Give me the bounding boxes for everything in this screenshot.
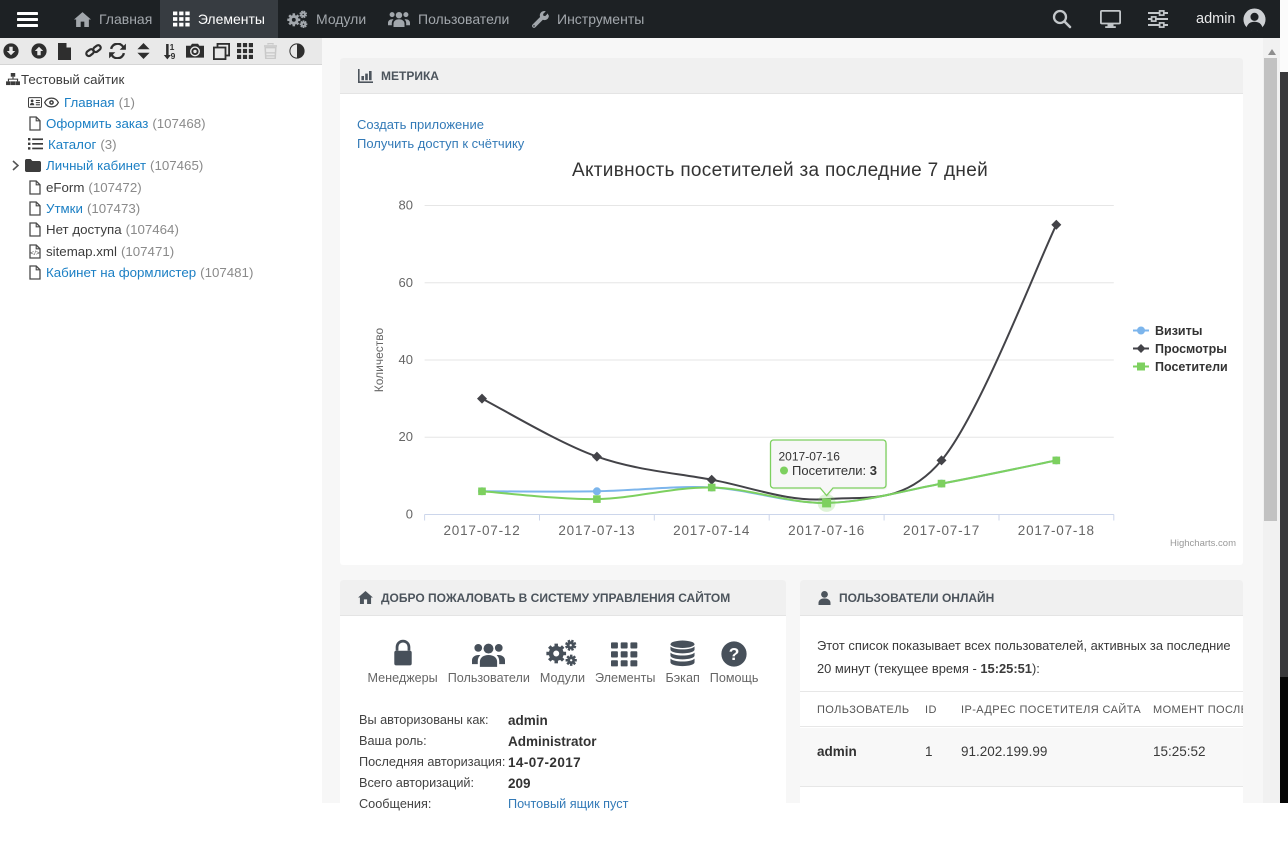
- svg-text:Визиты: Визиты: [1155, 324, 1202, 338]
- svg-text:?: ?: [729, 644, 740, 664]
- svg-text:</>: </>: [30, 250, 40, 257]
- svg-text:20: 20: [399, 429, 413, 444]
- svg-text:60: 60: [399, 275, 413, 290]
- svg-text:Активность посетителей за посл: Активность посетителей за последние 7 дн…: [572, 160, 988, 181]
- svg-text:80: 80: [399, 198, 413, 213]
- svg-text:Посетители: 3: Посетители: 3: [792, 463, 877, 478]
- svg-text:Просмотры: Просмотры: [1155, 342, 1227, 356]
- svg-text:2017-07-13: 2017-07-13: [558, 523, 635, 538]
- svg-text:2017-07-18: 2017-07-18: [1018, 523, 1095, 538]
- svg-text:Highcharts.com: Highcharts.com: [1170, 538, 1236, 549]
- svg-text:9: 9: [171, 51, 176, 60]
- svg-text:2017-07-12: 2017-07-12: [443, 523, 520, 538]
- svg-text:2017-07-14: 2017-07-14: [673, 523, 750, 538]
- svg-text:Количество: Количество: [372, 327, 386, 392]
- svg-text:2017-07-16: 2017-07-16: [788, 523, 865, 538]
- svg-text:0: 0: [406, 507, 413, 522]
- svg-text:2017-07-16: 2017-07-16: [779, 450, 841, 464]
- svg-text:Посетители: Посетители: [1155, 360, 1228, 374]
- svg-text:2017-07-17: 2017-07-17: [903, 523, 980, 538]
- svg-text:40: 40: [399, 352, 413, 367]
